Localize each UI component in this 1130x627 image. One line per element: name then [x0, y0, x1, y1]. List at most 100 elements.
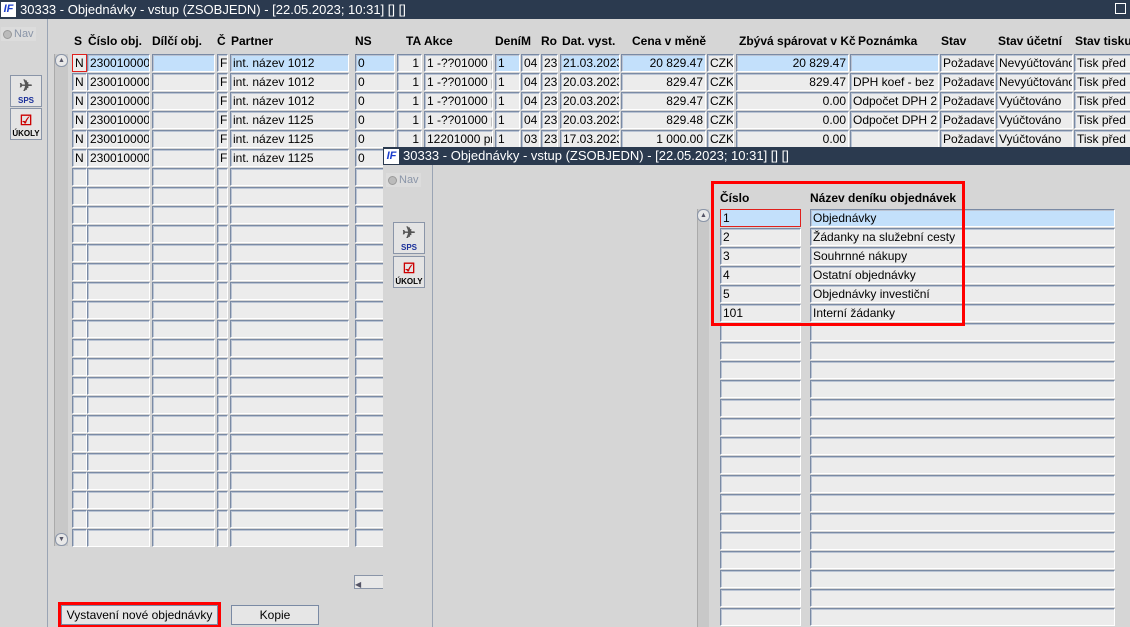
table-cell[interactable]: N [72, 92, 87, 110]
table-cell[interactable] [230, 510, 349, 528]
table-cell[interactable]: 1 [495, 111, 520, 129]
table-cell[interactable]: 1 [397, 111, 422, 129]
table-cell[interactable] [72, 415, 87, 433]
table-cell[interactable]: CZK [707, 73, 734, 91]
table-cell[interactable]: CZK [707, 130, 734, 148]
table-cell[interactable] [72, 187, 87, 205]
sps-button[interactable]: ✈ SPS [393, 222, 425, 254]
table-cell[interactable] [217, 415, 228, 433]
table-cell[interactable] [217, 453, 228, 471]
table-cell[interactable] [230, 282, 349, 300]
table-cell[interactable]: CZK [707, 54, 734, 72]
table-cell[interactable] [230, 491, 349, 509]
table-cell[interactable] [72, 510, 87, 528]
table-cell[interactable] [72, 320, 87, 338]
table-cell[interactable]: 0.00 [736, 92, 849, 110]
table-cell[interactable] [72, 472, 87, 490]
table-cell[interactable] [152, 73, 215, 91]
table-cell[interactable]: 2300100009 [87, 54, 150, 72]
table-cell[interactable]: Tisk před uz [1074, 73, 1130, 91]
table-cell[interactable] [217, 358, 228, 376]
table-cell[interactable]: 23 [541, 130, 558, 148]
table-cell[interactable] [850, 130, 939, 148]
table-cell[interactable] [152, 491, 215, 509]
table-cell[interactable] [152, 510, 215, 528]
ukoly-button[interactable]: ☑ ÚKOLY [10, 108, 42, 140]
table-cell[interactable]: 829.47 [736, 73, 849, 91]
table-cell[interactable] [87, 339, 150, 357]
table-cell[interactable]: DPH koef - bez DF [850, 73, 939, 91]
table-cell[interactable] [720, 494, 801, 512]
table-cell[interactable] [152, 244, 215, 262]
table-cell[interactable]: 20 829.47 [736, 54, 849, 72]
table-cell[interactable] [72, 282, 87, 300]
table-cell[interactable]: 2300100006 [87, 111, 150, 129]
table-cell[interactable] [230, 187, 349, 205]
table-cell[interactable] [87, 225, 150, 243]
table-cell[interactable]: 20.03.2023 [560, 73, 620, 91]
table-cell[interactable] [720, 532, 801, 550]
table-cell[interactable]: 23 [541, 54, 558, 72]
table-cell[interactable] [87, 377, 150, 395]
table-cell[interactable] [152, 111, 215, 129]
table-cell[interactable] [152, 149, 215, 167]
table-cell[interactable] [87, 301, 150, 319]
table-cell[interactable] [217, 339, 228, 357]
table-cell[interactable] [217, 491, 228, 509]
table-cell[interactable] [217, 472, 228, 490]
table-cell[interactable] [217, 320, 228, 338]
table-cell[interactable] [720, 589, 801, 607]
table-cell[interactable] [87, 168, 150, 186]
table-cell[interactable]: Požadavek [940, 130, 995, 148]
table-cell[interactable] [217, 510, 228, 528]
table-cell[interactable] [810, 437, 1115, 455]
table-cell[interactable] [720, 342, 801, 360]
table-cell[interactable] [72, 453, 87, 471]
table-cell[interactable] [87, 396, 150, 414]
table-cell[interactable] [810, 532, 1115, 550]
table-cell[interactable] [87, 263, 150, 281]
table-cell[interactable] [217, 225, 228, 243]
ukoly-button[interactable]: ☑ ÚKOLY [393, 256, 425, 288]
scroll-up-icon[interactable]: ▲ [55, 54, 68, 67]
table-cell[interactable]: 1 -??01000 pr [424, 54, 493, 72]
table-cell[interactable]: Odpočet DPH 21% [850, 92, 939, 110]
table-cell[interactable] [152, 168, 215, 186]
table-cell[interactable] [230, 396, 349, 414]
table-cell[interactable] [152, 301, 215, 319]
table-cell[interactable]: 1 000.00 [621, 130, 706, 148]
table-cell[interactable]: F [217, 73, 228, 91]
table-cell[interactable]: N [72, 130, 87, 148]
table-cell[interactable] [720, 380, 801, 398]
table-cell[interactable]: Tisk před uz [1074, 92, 1130, 110]
table-cell[interactable] [72, 529, 87, 547]
table-cell[interactable] [810, 380, 1115, 398]
table-cell[interactable]: F [217, 130, 228, 148]
table-cell[interactable] [217, 244, 228, 262]
table-cell[interactable] [720, 399, 801, 417]
table-cell[interactable]: 0 [355, 111, 395, 129]
table-cell[interactable]: 20.03.2023 [560, 92, 620, 110]
table-cell[interactable] [87, 434, 150, 452]
table-cell[interactable] [720, 418, 801, 436]
table-cell[interactable]: Vyúčtováno [996, 111, 1073, 129]
table-cell[interactable]: 17.03.2023 [560, 130, 620, 148]
table-cell[interactable] [152, 434, 215, 452]
table-cell[interactable] [152, 415, 215, 433]
copy-button[interactable]: Kopie [231, 605, 319, 625]
table-cell[interactable] [230, 263, 349, 281]
table-cell[interactable]: 1 [397, 73, 422, 91]
table-cell[interactable] [87, 453, 150, 471]
table-cell[interactable] [152, 92, 215, 110]
table-cell[interactable] [72, 244, 87, 262]
table-cell[interactable]: int. název 1125 [230, 130, 349, 148]
table-cell[interactable] [87, 358, 150, 376]
table-cell[interactable] [810, 342, 1115, 360]
table-cell[interactable]: 0.00 [736, 111, 849, 129]
table-cell[interactable]: 1 -??01000 pr [424, 73, 493, 91]
table-cell[interactable]: F [217, 92, 228, 110]
table-cell[interactable] [720, 570, 801, 588]
table-cell[interactable]: CZK [707, 111, 734, 129]
table-cell[interactable] [810, 551, 1115, 569]
table-cell[interactable] [810, 475, 1115, 493]
